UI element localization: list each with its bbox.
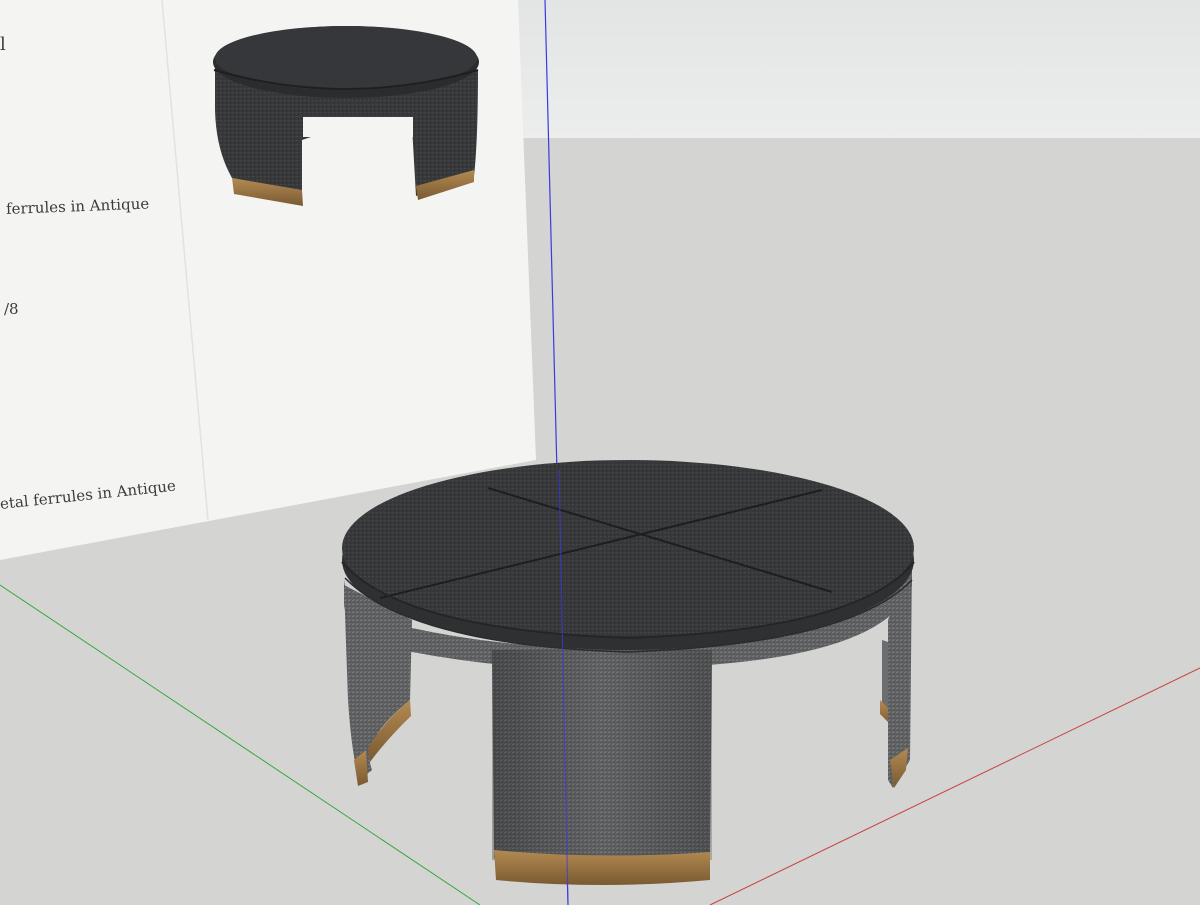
scene-canvas[interactable] [0, 0, 1200, 905]
sheet-text-title: l [0, 34, 6, 55]
model-viewport[interactable]: l ferrules in Antique /8 etal ferrules i… [0, 0, 1200, 905]
sheet-text-line-2: /8 [4, 300, 19, 318]
